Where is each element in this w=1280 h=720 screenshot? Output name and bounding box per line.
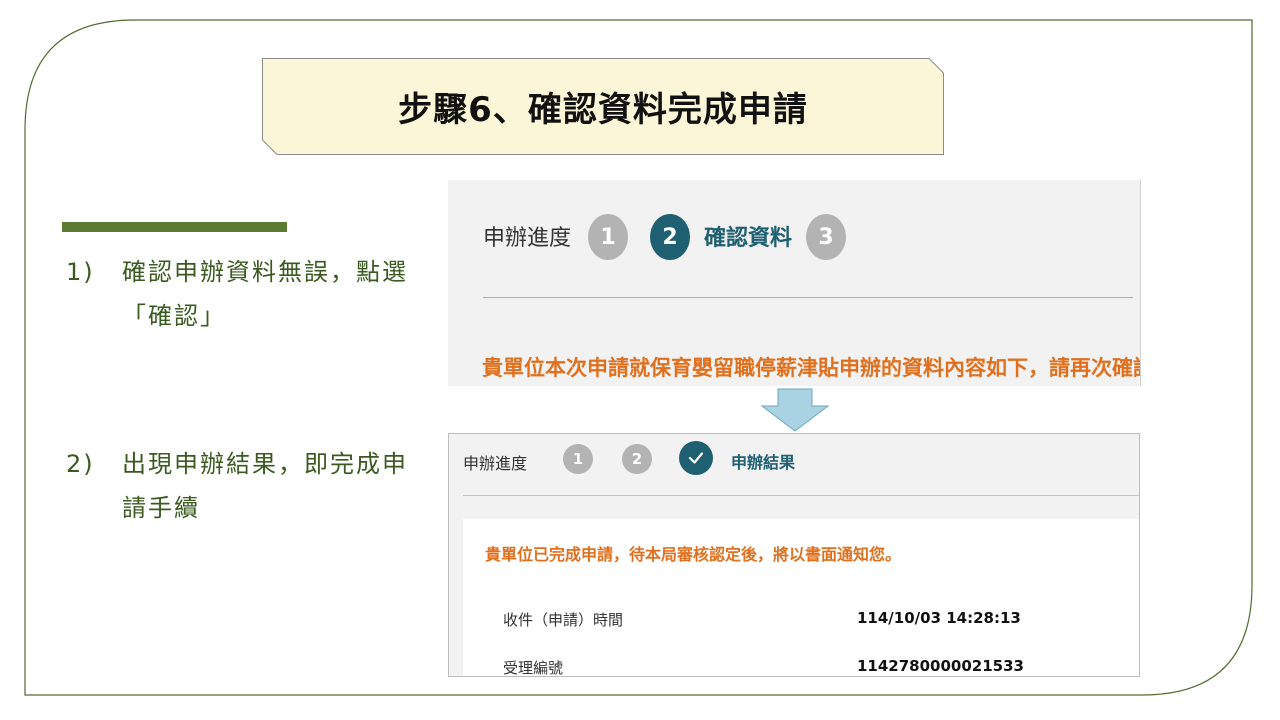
case-number-value: 1142780000021533 xyxy=(857,657,1024,675)
step-number: 1) xyxy=(66,258,95,286)
step-number: 2) xyxy=(66,450,95,478)
submit-time-label: 收件（申請）時間 xyxy=(503,611,624,629)
result-screenshot: 申辦進度 1 2 申辦結果 貴單位已完成申請，待本局審核認定後，將以書面通知您。… xyxy=(448,433,1140,677)
step-3-badge: 3 xyxy=(806,214,846,260)
case-number-label: 受理編號 xyxy=(503,659,564,677)
step-text: 確認申辦資料無誤，點選「確認」 xyxy=(122,258,408,330)
divider xyxy=(483,297,1133,298)
step-text: 出現申辦結果，即完成申請手續 xyxy=(122,450,408,522)
step-3-label: 申辦結果 xyxy=(731,453,796,472)
confirm-message: 貴單位本次申請就保育嬰留職停薪津貼申辦的資料內容如下，請再次確認。 xyxy=(482,356,1141,380)
step-2-badge: 2 xyxy=(622,444,652,474)
down-arrow-icon xyxy=(760,388,830,432)
confirm-screenshot: 申辦進度 1 2 確認資料 3 貴單位本次申請就保育嬰留職停薪津貼申辦的資料內容… xyxy=(448,180,1141,386)
divider xyxy=(463,495,1139,496)
step-1-badge: 1 xyxy=(563,444,593,474)
progress-label: 申辦進度 xyxy=(483,226,572,251)
result-message: 貴單位已完成申請，待本局審核認定後，將以書面通知您。 xyxy=(485,545,902,564)
step-2-badge: 2 xyxy=(650,214,690,260)
accent-bar xyxy=(62,222,287,232)
submit-time-value: 114/10/03 14:28:13 xyxy=(857,609,1021,627)
progress-label: 申辦進度 xyxy=(463,454,528,473)
step-2-label: 確認資料 xyxy=(704,226,793,251)
slide-title: 步驟6、確認資料完成申請 xyxy=(398,90,808,130)
instruction-step-1: 1) 確認申辦資料無誤，點選「確認」 xyxy=(66,250,426,350)
instruction-step-2: 2) 出現申辦結果，即完成申請手續 xyxy=(66,442,426,542)
check-icon xyxy=(679,441,713,475)
result-card: 貴單位已完成申請，待本局審核認定後，將以書面通知您。 收件（申請）時間 114/… xyxy=(463,519,1139,677)
step-1-badge: 1 xyxy=(588,214,628,260)
